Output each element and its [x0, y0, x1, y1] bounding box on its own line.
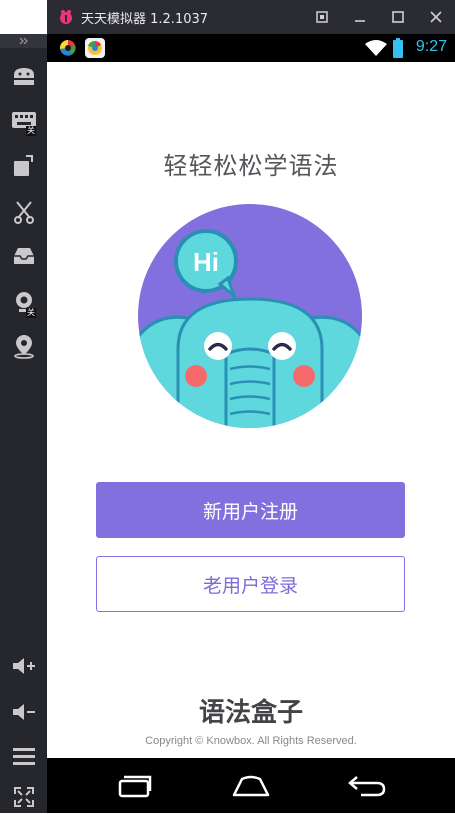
brand-name: 语法盒子 — [198, 698, 303, 728]
recent-apps-button[interactable] — [107, 770, 163, 802]
sidebar-collapse-button[interactable] — [0, 34, 47, 48]
close-button[interactable] — [417, 0, 455, 34]
register-button[interactable]: 新用户注册 — [96, 482, 405, 538]
sidebar-tool-menu[interactable] — [0, 736, 47, 776]
sidebar-tool-camera[interactable]: 关 — [0, 282, 47, 322]
sidebar-tool-screenshot[interactable] — [0, 192, 47, 232]
copyright-text: Copyright © Knowbox. All Rights Reserved… — [145, 735, 357, 747]
login-button[interactable]: 老用户登录 — [96, 556, 405, 612]
elephant-mascot-illustration: Hi — [138, 204, 362, 428]
window-left-blank — [0, 0, 47, 34]
back-icon — [348, 776, 386, 797]
emulator-logo-icon — [60, 10, 72, 24]
menu-icon — [12, 748, 35, 765]
maximize-icon — [392, 11, 404, 23]
sidebar-tool-volume-down[interactable] — [0, 692, 47, 732]
home-icon — [232, 775, 270, 797]
volume-down-icon — [12, 704, 35, 720]
sidebar-tool-location[interactable] — [0, 326, 47, 366]
sidebar-tool-fullscreen[interactable] — [0, 780, 47, 814]
close-icon — [430, 11, 442, 23]
minimize-icon — [355, 20, 365, 22]
scissors-icon — [13, 201, 34, 224]
page-headline: 轻轻松松学语法 — [163, 152, 339, 180]
rotate-screen-icon — [13, 155, 33, 176]
double-chevron-icon — [19, 38, 28, 44]
sidebar-tool-android[interactable] — [0, 56, 47, 96]
android-nav-bar — [47, 758, 455, 813]
android-status-bar: 9:27 — [47, 34, 455, 62]
app-screen: 轻轻松松学语法 Hi 新用户注册 老用户登录 语法盒子 Copyright © … — [47, 62, 455, 758]
emulator-title-bar: 天天模拟器 1.2.1037 — [47, 0, 455, 34]
home-button[interactable] — [223, 770, 279, 802]
fullscreen-icon — [13, 787, 34, 807]
mascot-bubble-text: Hi — [193, 247, 219, 277]
location-icon — [13, 335, 34, 359]
app-notification-icon — [59, 39, 76, 56]
status-clock: 9:27 — [415, 38, 447, 55]
recent-apps-icon — [118, 775, 152, 798]
keyboard-off-badge: 关 — [26, 126, 36, 136]
minimize-button[interactable] — [341, 0, 379, 34]
volume-up-icon — [12, 658, 35, 674]
inbox-icon — [13, 248, 34, 264]
back-button[interactable] — [339, 770, 395, 802]
wifi-icon — [365, 40, 387, 56]
sidebar-tool-keyboard[interactable]: 关 — [0, 100, 47, 140]
android-icon — [13, 68, 34, 85]
sidebar-tool-rotate[interactable] — [0, 146, 47, 186]
sidebar-tool-inbox[interactable] — [0, 236, 47, 276]
battery-icon — [393, 38, 403, 58]
restore-icon — [316, 11, 328, 23]
camera-off-badge: 关 — [26, 308, 36, 318]
sidebar-tool-volume-up[interactable] — [0, 646, 47, 686]
window-title: 天天模拟器 1.2.1037 — [81, 11, 209, 27]
restore-button[interactable] — [303, 0, 341, 34]
chrome-notification-icon — [85, 38, 105, 58]
maximize-button[interactable] — [379, 0, 417, 34]
emulator-sidebar: 关 关 — [0, 34, 47, 813]
